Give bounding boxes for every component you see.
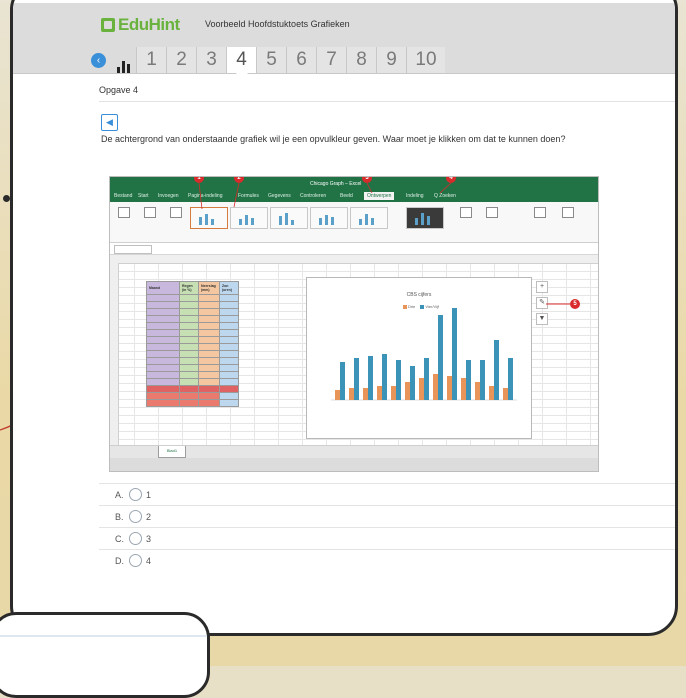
overlay-window [0, 612, 210, 698]
app-frame: EduHint Voorbeeld Hoofdstuktoets Grafiek… [10, 0, 678, 636]
answer-list: A. 1 B. 2 C. 3 D. 4 [99, 483, 675, 571]
tab-7[interactable]: 7 [316, 47, 346, 73]
tab-2[interactable]: 2 [166, 47, 196, 73]
brand-name: EduHint [118, 15, 180, 34]
question-text: De achtergrond van onderstaande grafiek … [101, 134, 566, 144]
page-title: Voorbeeld Hoofdstuktoets Grafieken [205, 19, 350, 29]
bar-chart-icon[interactable] [112, 47, 134, 73]
bullet-dot [3, 195, 10, 202]
answer-value: 2 [146, 511, 152, 522]
answer-letter: B. [115, 511, 124, 522]
radio-button[interactable] [129, 532, 142, 545]
brand-logo: EduHint [101, 15, 180, 35]
marker-pointers [198, 182, 570, 305]
speaker-icon: ◀ [106, 117, 113, 127]
answer-option-a[interactable]: A. 1 [99, 483, 675, 505]
question-label: Opgave 4 [99, 85, 139, 95]
tab-3[interactable]: 3 [196, 47, 226, 73]
answer-letter: C. [115, 533, 124, 544]
answer-value: 4 [146, 555, 152, 566]
question-navigation: ‹ 1 2 3 4 5 6 7 8 9 10 [91, 47, 445, 80]
read-aloud-button[interactable]: ◀ [101, 114, 118, 131]
tab-8[interactable]: 8 [346, 47, 376, 73]
answer-option-b[interactable]: B. 2 [99, 505, 675, 527]
answer-value: 1 [146, 489, 152, 500]
back-button[interactable]: ‹ [91, 52, 106, 68]
eduhint-logo-icon [101, 18, 115, 32]
answer-option-d[interactable]: D. 4 [99, 549, 675, 571]
radio-button[interactable] [129, 488, 142, 501]
tab-4[interactable]: 4 [226, 47, 256, 80]
divider [99, 101, 675, 102]
answer-value: 3 [146, 533, 152, 544]
tab-1[interactable]: 1 [136, 47, 166, 73]
overlay-divider [0, 635, 207, 637]
answer-letter: D. [115, 555, 124, 566]
tab-9[interactable]: 9 [376, 47, 406, 73]
answer-option-c[interactable]: C. 3 [99, 527, 675, 549]
tab-10[interactable]: 10 [406, 47, 445, 73]
radio-button[interactable] [129, 510, 142, 523]
excel-screenshot: Chicago Graph – Excel Bestand Start Invo… [109, 176, 599, 472]
radio-button[interactable] [129, 554, 142, 567]
answer-letter: A. [115, 489, 124, 500]
tab-6[interactable]: 6 [286, 47, 316, 73]
chevron-left-icon: ‹ [96, 54, 101, 66]
app-header: EduHint Voorbeeld Hoofdstuktoets Grafiek… [13, 3, 675, 80]
tab-5[interactable]: 5 [256, 47, 286, 73]
